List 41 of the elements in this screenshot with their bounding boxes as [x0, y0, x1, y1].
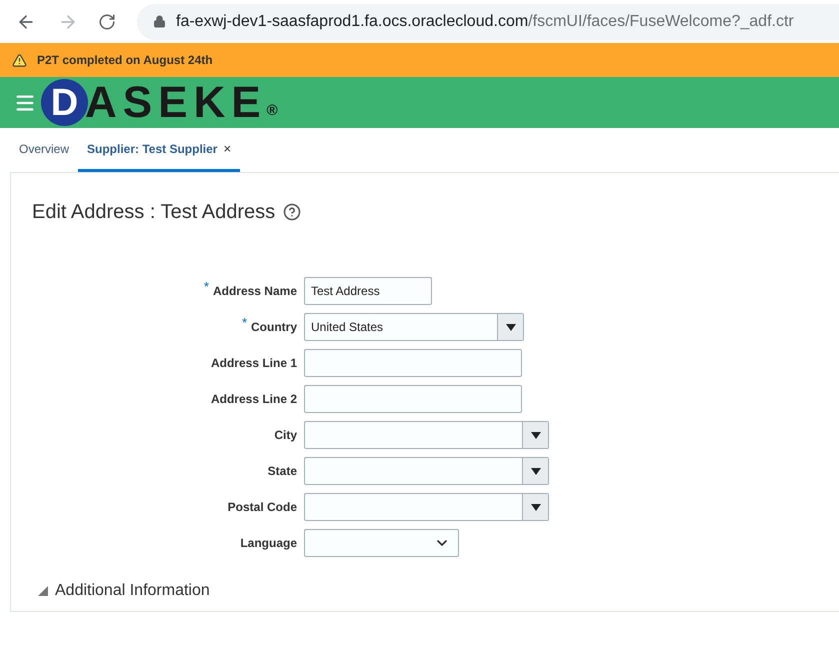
input-field[interactable]: Test Address [304, 277, 432, 305]
banner-message: P2T completed on August 24th [37, 52, 213, 69]
triangle-down-icon [530, 432, 540, 438]
warning-icon [12, 52, 27, 68]
page-title: Edit Address : Test Address [32, 200, 276, 225]
dropdown-button[interactable] [522, 458, 548, 484]
registered-mark: ® [266, 103, 278, 118]
field-label: State [268, 463, 297, 480]
triangle-down-icon [530, 504, 540, 510]
triangle-down-icon [506, 324, 516, 330]
combo-field[interactable] [304, 493, 549, 521]
dropdown-button[interactable] [522, 494, 548, 520]
input-field[interactable] [304, 385, 522, 413]
combo-field[interactable]: United States [304, 313, 524, 341]
field-label: Address Line 2 [210, 391, 297, 408]
logo-text: ASEKE [85, 80, 267, 124]
field-label: City [274, 427, 297, 444]
input-field[interactable] [304, 349, 522, 377]
field-label: Address Name [212, 283, 297, 300]
close-tab-button[interactable]: × [223, 138, 232, 158]
reload-icon[interactable] [98, 12, 116, 30]
triangle-down-icon [530, 468, 540, 474]
url-path: /fscmUI/faces/FuseWelcome?_adf.ctr [528, 12, 794, 32]
lock-icon [153, 15, 166, 28]
combo-field[interactable] [304, 421, 549, 449]
section-toggle[interactable]: Additional Information [38, 579, 210, 603]
url-host: fa-exwj-dev1-saasfaprod1.fa.ocs.oraclecloud.com [176, 12, 528, 32]
tab[interactable]: Supplier: Test Supplier × [78, 128, 240, 172]
dropdown-button[interactable] [522, 422, 548, 448]
required-asterisk: * [242, 316, 247, 329]
field-label: Country [251, 319, 297, 336]
tab[interactable]: Overview [10, 128, 78, 172]
language-select[interactable] [304, 529, 459, 557]
field-label: Address Line 1 [210, 355, 297, 372]
help-icon[interactable] [283, 203, 302, 221]
dropdown-button[interactable] [497, 314, 523, 340]
required-asterisk: * [204, 280, 209, 293]
combo-field[interactable] [304, 457, 549, 485]
field-label: Language [240, 535, 297, 552]
address-bar[interactable]: fa-exwj-dev1-saasfaprod1.fa.ocs.oraclecloud.com/fscmUI/faces/FuseWelcome?_adf.ctr [137, 4, 839, 40]
field-label: Postal Code [228, 499, 297, 516]
